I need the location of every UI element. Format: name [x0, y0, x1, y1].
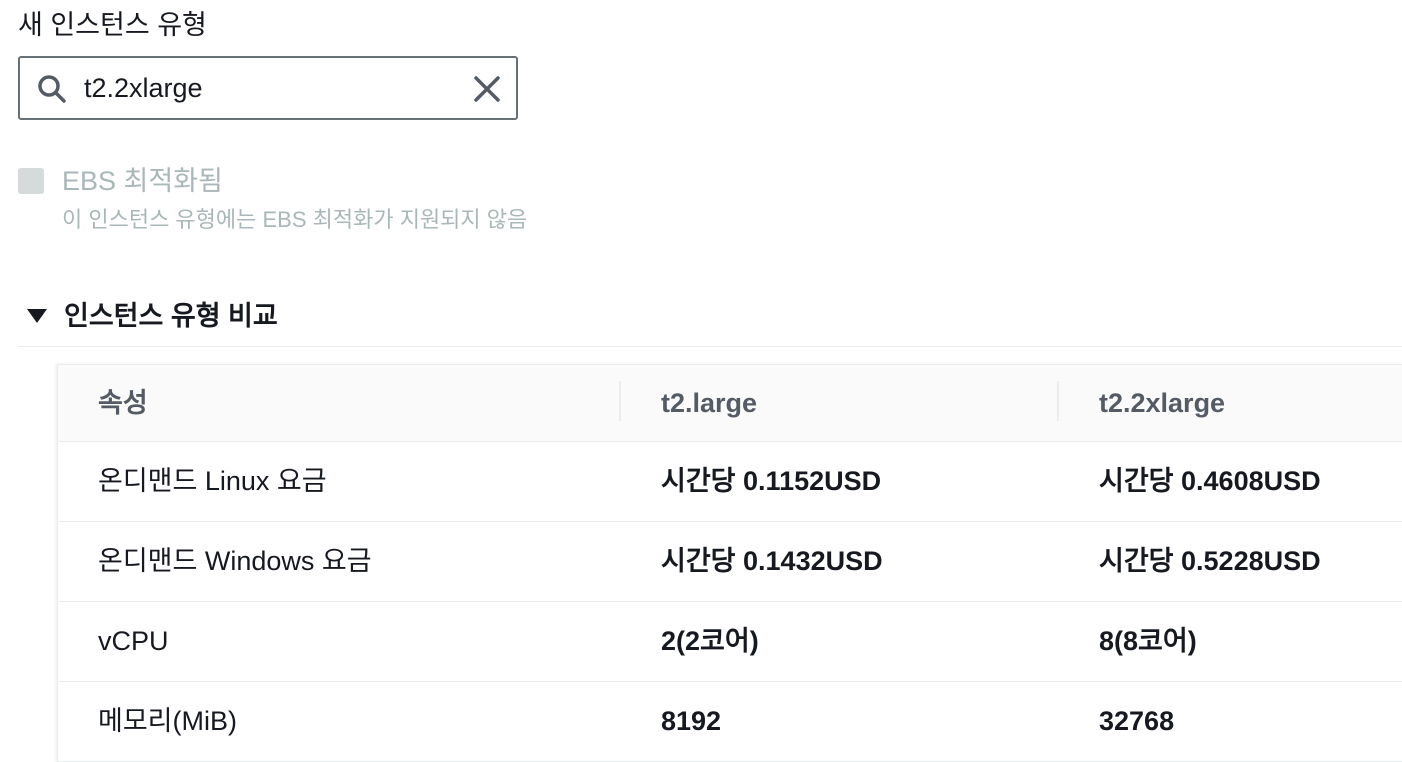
ebs-optimized-label: EBS 최적화됨 [62, 166, 223, 196]
row-current-value: 시간당 0.1152USD [661, 466, 882, 496]
row-attribute: 온디맨드 Linux 요금 [98, 466, 327, 496]
search-icon [38, 75, 66, 103]
instance-type-search-input[interactable] [84, 66, 454, 110]
instance-type-search[interactable] [18, 56, 518, 120]
table-row: 온디맨드 Linux 요금 시간당 0.1152USD 시간당 0.4608US… [58, 442, 1402, 522]
compare-section-title: 인스턴스 유형 비교 [64, 301, 278, 331]
row-current-value: 시간당 0.1432USD [661, 546, 883, 576]
column-resizer[interactable] [619, 381, 621, 421]
row-new-value: 시간당 0.4608USD [1099, 466, 1321, 496]
compare-table: 속성 t2.large t2.2xlarge 온디맨드 Linux 요금 시간당… [57, 364, 1402, 762]
row-new-value: 시간당 0.5228USD [1099, 546, 1321, 576]
caret-down-icon [27, 309, 47, 323]
row-attribute: 온디맨드 Windows 요금 [98, 546, 372, 576]
instance-type-label: 새 인스턴스 유형 [18, 10, 207, 40]
instance-type-page: 새 인스턴스 유형 EBS 최적화됨 이 인스턴스 유형에는 EBS 최적화가 … [0, 0, 1402, 762]
table-row: vCPU 2(2코어) 8(8코어) [58, 602, 1402, 682]
section-divider [18, 346, 1402, 347]
table-row: 메모리(MiB) 8192 32768 [58, 682, 1402, 762]
compare-section-toggle[interactable]: 인스턴스 유형 비교 [24, 296, 278, 336]
close-icon[interactable] [472, 74, 502, 104]
header-attribute: 속성 [98, 388, 148, 418]
header-current-type: t2.large [661, 388, 758, 418]
ebs-optimized-checkbox[interactable] [18, 168, 44, 194]
table-row: 온디맨드 Windows 요금 시간당 0.1432USD 시간당 0.5228… [58, 522, 1402, 602]
row-attribute: vCPU [98, 626, 169, 656]
row-current-value: 8192 [661, 706, 722, 736]
row-new-value: 32768 [1099, 706, 1175, 736]
column-resizer[interactable] [1057, 381, 1059, 421]
ebs-optimized-description: 이 인스턴스 유형에는 EBS 최적화가 지원되지 않음 [62, 207, 528, 232]
row-attribute: 메모리(MiB) [98, 706, 238, 736]
row-current-value: 2(2코어) [661, 626, 759, 656]
table-header: 속성 t2.large t2.2xlarge [58, 365, 1402, 442]
row-new-value: 8(8코어) [1099, 626, 1197, 656]
header-new-type: t2.2xlarge [1099, 388, 1226, 418]
